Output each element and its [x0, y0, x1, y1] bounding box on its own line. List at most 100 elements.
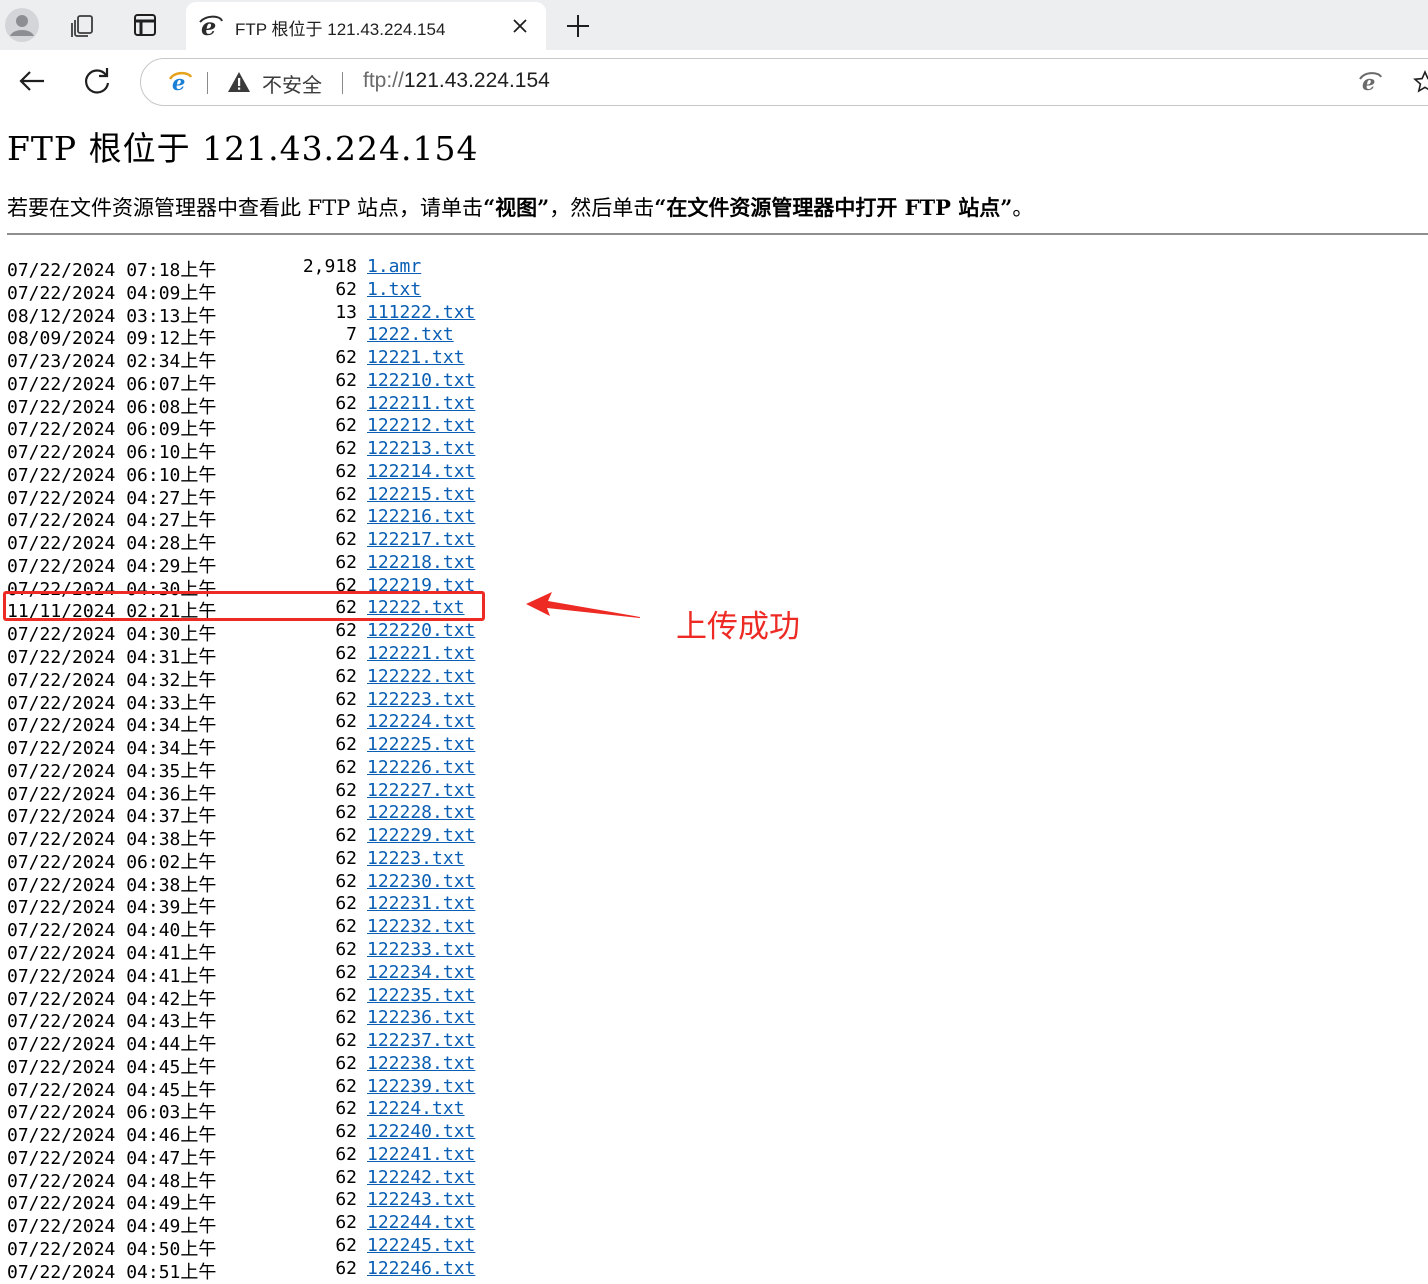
- file-size: 62: [335, 1257, 357, 1279]
- file-link[interactable]: 122221.txt: [367, 643, 475, 664]
- file-size: 62: [335, 938, 357, 960]
- instruction-text: 若要在文件资源管理器中查看此 FTP 站点，请单击“视图”，然后单击“在文件资源…: [7, 192, 1033, 222]
- file-size: 2,918: [302, 256, 357, 277]
- reload-icon[interactable]: [79, 63, 115, 99]
- file-link[interactable]: 122226.txt: [367, 757, 475, 778]
- back-arrow-icon[interactable]: [14, 63, 50, 99]
- file-link[interactable]: 122214.txt: [367, 461, 475, 482]
- instruction-mid: ，然后单击: [549, 196, 655, 220]
- file-link[interactable]: 122227.txt: [367, 780, 475, 801]
- file-size: 62: [335, 1121, 357, 1143]
- file-link[interactable]: 111222.txt: [367, 302, 475, 323]
- url-host: 121.43.224.154: [403, 69, 550, 92]
- arrow-icon: [524, 588, 642, 624]
- tab-title: FTP 根位于 121.43.224.154: [235, 20, 446, 39]
- file-size: 62: [335, 620, 357, 642]
- instruction-end: 。: [1012, 196, 1034, 220]
- instruction-pre: 若要在文件资源管理器中查看此 FTP 站点，请单击: [7, 196, 484, 220]
- active-tab[interactable]: e FTP 根位于 121.43.224.154: [186, 2, 546, 50]
- file-size: 62: [335, 961, 357, 983]
- file-size: 62: [335, 460, 357, 482]
- warning-icon[interactable]: [227, 71, 251, 93]
- file-link[interactable]: 122245.txt: [367, 1235, 475, 1256]
- plus-icon[interactable]: [563, 11, 593, 41]
- file-link[interactable]: 122228.txt: [367, 802, 475, 823]
- url-text[interactable]: ftp://121.43.224.154: [363, 69, 550, 93]
- file-link[interactable]: 122215.txt: [367, 484, 475, 505]
- file-link[interactable]: 122244.txt: [367, 1212, 475, 1233]
- file-size: 13: [335, 301, 357, 323]
- file-size: 62: [335, 369, 357, 391]
- file-link[interactable]: 1.txt: [367, 279, 421, 300]
- profile-icon[interactable]: [4, 7, 40, 43]
- file-link[interactable]: 1222.txt: [367, 324, 454, 345]
- file-link[interactable]: 122232.txt: [367, 916, 475, 937]
- file-link[interactable]: 12224.txt: [367, 1098, 465, 1119]
- file-link[interactable]: 122212.txt: [367, 415, 475, 436]
- file-datetime: 07/22/2024 04:51上午: [7, 1261, 217, 1283]
- file-link[interactable]: 12221.txt: [367, 347, 465, 368]
- file-link[interactable]: 122235.txt: [367, 985, 475, 1006]
- file-size: 62: [335, 1098, 357, 1120]
- file-link[interactable]: 122237.txt: [367, 1030, 475, 1051]
- file-link[interactable]: 122213.txt: [367, 438, 475, 459]
- file-link[interactable]: 1.amr: [367, 256, 421, 277]
- file-link[interactable]: 122236.txt: [367, 1007, 475, 1028]
- star-icon[interactable]: [1413, 70, 1428, 94]
- file-size: 62: [335, 1143, 357, 1165]
- file-size: 62: [335, 711, 357, 733]
- file-link[interactable]: 122224.txt: [367, 711, 475, 732]
- ie-mode-icon[interactable]: e: [1359, 70, 1383, 95]
- ie-mode-icon[interactable]: e: [168, 70, 193, 95]
- highlight-box: [3, 591, 485, 621]
- file-size: 62: [335, 825, 357, 847]
- file-size: 62: [335, 1212, 357, 1234]
- file-link[interactable]: 122241.txt: [367, 1144, 475, 1165]
- file-link[interactable]: 122230.txt: [367, 871, 475, 892]
- file-link[interactable]: 122218.txt: [367, 552, 475, 573]
- file-link[interactable]: 122233.txt: [367, 939, 475, 960]
- file-link[interactable]: 122242.txt: [367, 1167, 475, 1188]
- file-size: 62: [335, 779, 357, 801]
- insecure-label[interactable]: 不安全: [262, 69, 322, 98]
- file-link[interactable]: 122216.txt: [367, 506, 475, 527]
- file-size: 62: [335, 347, 357, 369]
- file-link[interactable]: 122231.txt: [367, 893, 475, 914]
- close-icon[interactable]: [508, 14, 532, 38]
- file-link[interactable]: 122211.txt: [367, 393, 475, 414]
- file-link[interactable]: 122229.txt: [367, 825, 475, 846]
- file-size: 62: [335, 665, 357, 687]
- file-link[interactable]: 122217.txt: [367, 529, 475, 550]
- file-size: 62: [335, 392, 357, 414]
- file-link[interactable]: 12223.txt: [367, 848, 465, 869]
- divider: [7, 233, 1428, 235]
- file-link[interactable]: 122220.txt: [367, 620, 475, 641]
- file-link[interactable]: 122222.txt: [367, 666, 475, 687]
- separator: [342, 72, 343, 94]
- file-link[interactable]: 122225.txt: [367, 734, 475, 755]
- file-size: 62: [335, 734, 357, 756]
- file-size: 62: [335, 1007, 357, 1029]
- file-link[interactable]: 122234.txt: [367, 962, 475, 983]
- file-link[interactable]: 122223.txt: [367, 689, 475, 710]
- workspaces-icon[interactable]: [64, 7, 100, 43]
- file-size: 62: [335, 438, 357, 460]
- file-link[interactable]: 122238.txt: [367, 1053, 475, 1074]
- file-size: 7: [346, 324, 357, 346]
- file-size: 62: [335, 916, 357, 938]
- file-size: 62: [335, 1075, 357, 1097]
- file-size: 62: [335, 1166, 357, 1188]
- file-link[interactable]: 122239.txt: [367, 1076, 475, 1097]
- file-size: 62: [335, 551, 357, 573]
- file-size: 62: [335, 529, 357, 551]
- address-bar[interactable]: e 不安全 ftp://121.43.224.154 e: [140, 58, 1428, 106]
- file-link[interactable]: 122246.txt: [367, 1258, 475, 1279]
- ie-icon: e: [198, 12, 224, 41]
- toolbar: e 不安全 ftp://121.43.224.154 e: [0, 50, 1428, 110]
- file-link[interactable]: 122243.txt: [367, 1189, 475, 1210]
- file-size: 62: [335, 870, 357, 892]
- file-link[interactable]: 122240.txt: [367, 1121, 475, 1142]
- tab-actions-icon[interactable]: [127, 7, 163, 43]
- file-size: 62: [335, 1052, 357, 1074]
- file-link[interactable]: 122210.txt: [367, 370, 475, 391]
